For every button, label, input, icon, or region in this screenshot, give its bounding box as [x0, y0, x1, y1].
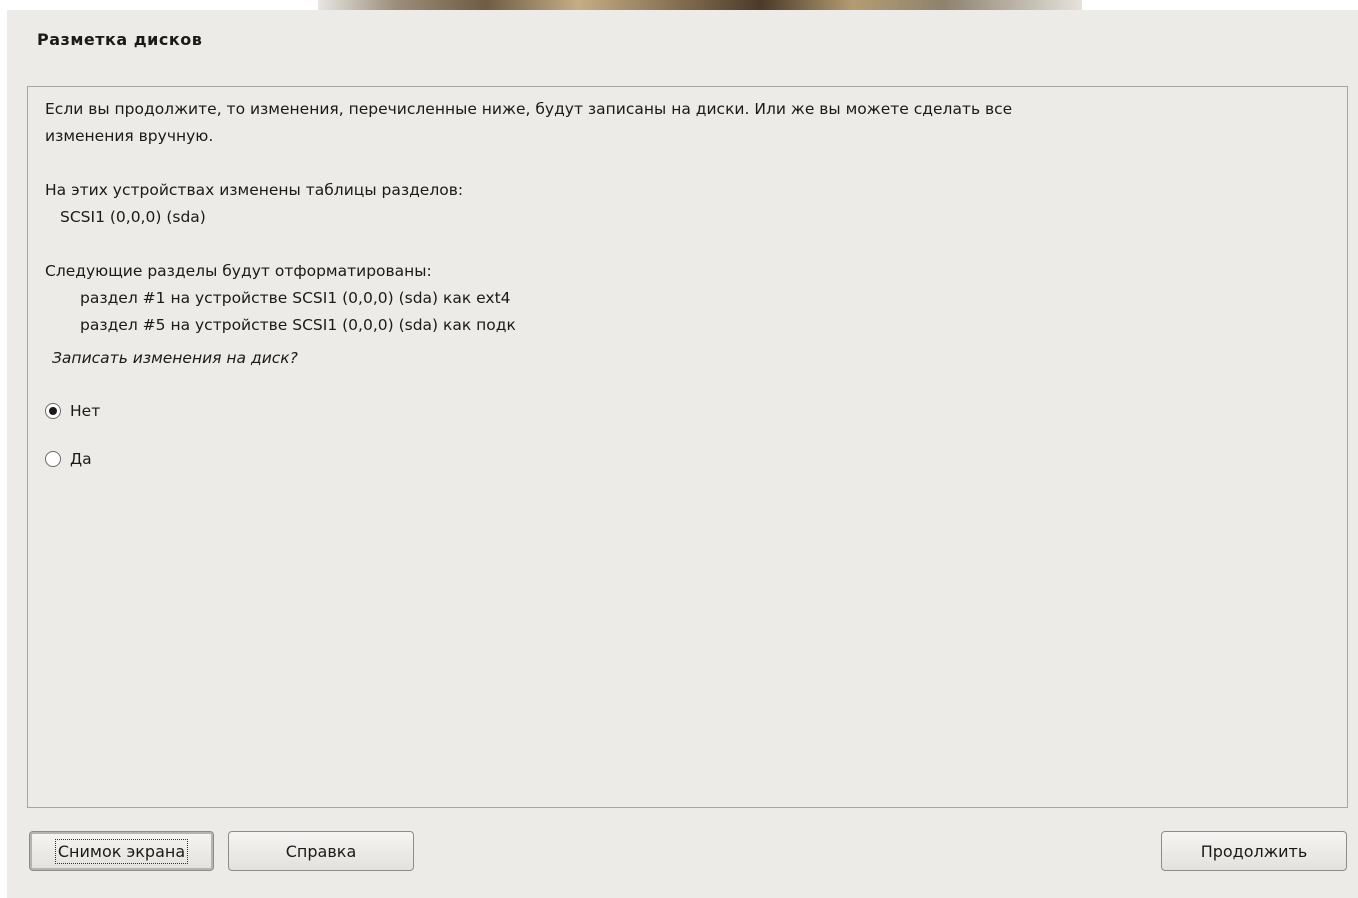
- dialog-title: Разметка дисков: [37, 30, 203, 49]
- tables-device: SCSI1 (0,0,0) (sda): [60, 208, 206, 226]
- banner-artwork: [318, 0, 1082, 10]
- installer-window: Разметка дисков Если вы продолжите, то и…: [7, 10, 1358, 898]
- radio-button-checked-icon[interactable]: [45, 403, 61, 419]
- option-yes-label: Да: [70, 450, 92, 468]
- format-item-1: раздел #1 на устройстве SCSI1 (0,0,0) (s…: [80, 289, 511, 307]
- option-yes[interactable]: Да: [45, 448, 92, 470]
- format-header: Следующие разделы будут отформатированы:: [45, 262, 432, 280]
- intro-line-2: изменения вручную.: [45, 127, 214, 145]
- option-no[interactable]: Нет: [45, 400, 100, 422]
- continue-button[interactable]: Продолжить: [1161, 831, 1347, 871]
- help-button-label: Справка: [285, 841, 357, 861]
- tables-header: На этих устройствах изменены таблицы раз…: [45, 181, 464, 199]
- screenshot-button-label: Снимок экрана: [54, 838, 189, 864]
- radio-button-icon[interactable]: [45, 451, 61, 467]
- screenshot-button[interactable]: Снимок экрана: [29, 831, 214, 871]
- option-no-label: Нет: [70, 402, 101, 420]
- help-button[interactable]: Справка: [228, 831, 414, 871]
- content-frame: Если вы продолжите, то изменения, перечи…: [27, 86, 1348, 808]
- intro-line-1: Если вы продолжите, то изменения, перечи…: [45, 100, 1013, 118]
- continue-button-label: Продолжить: [1200, 841, 1308, 861]
- format-item-2: раздел #5 на устройстве SCSI1 (0,0,0) (s…: [80, 316, 516, 334]
- question-label: Записать изменения на диск?: [52, 349, 298, 367]
